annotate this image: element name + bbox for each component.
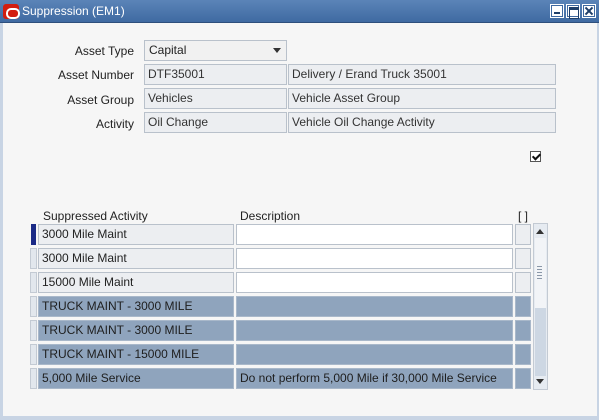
asset-type-label: Asset Type xyxy=(74,44,134,58)
description-cell[interactable] xyxy=(236,296,513,317)
suppressed-activity-cell[interactable]: TRUCK MAINT - 3000 MILE xyxy=(38,296,234,317)
window-frame-left xyxy=(0,23,3,420)
flex-field-cell[interactable] xyxy=(515,368,531,389)
checked-checkbox[interactable] xyxy=(530,151,541,162)
suppressed-activity-cell[interactable]: 5,000 Mile Service xyxy=(38,368,234,389)
scroll-down-icon[interactable] xyxy=(536,377,545,386)
activity-description[interactable]: Vehicle Oil Change Activity xyxy=(288,112,556,133)
description-cell[interactable] xyxy=(236,320,513,341)
description-cell[interactable] xyxy=(236,344,513,365)
flex-field-cell[interactable] xyxy=(515,296,531,317)
column-header-extra: [ ] xyxy=(518,209,529,223)
description-cell[interactable] xyxy=(236,272,513,293)
current-record-indicator[interactable] xyxy=(31,224,36,245)
record-indicator[interactable] xyxy=(30,248,37,269)
chevron-down-icon xyxy=(273,48,281,53)
suppressed-activity-cell[interactable]: TRUCK MAINT - 3000 MILE xyxy=(38,320,234,341)
asset-group-label: Asset Group xyxy=(67,93,134,107)
activity-label: Activity xyxy=(95,117,134,131)
minimize-icon[interactable] xyxy=(550,4,564,18)
scroll-up-icon[interactable] xyxy=(536,227,545,236)
grid-scrollbar[interactable] xyxy=(533,223,548,390)
flex-field-cell[interactable] xyxy=(515,224,531,245)
asset-number-label: Asset Number xyxy=(57,68,134,82)
title-bar: Suppression (EM1) xyxy=(0,0,599,23)
record-indicator[interactable] xyxy=(30,368,37,389)
description-cell[interactable] xyxy=(236,248,513,269)
window-title: Suppression (EM1) xyxy=(22,4,125,18)
suppressed-activity-cell[interactable]: 3000 Mile Maint xyxy=(38,248,234,269)
record-indicator[interactable] xyxy=(30,320,37,341)
window-frame-bottom xyxy=(0,416,599,420)
asset-number-field[interactable]: DTF35001 xyxy=(144,64,287,85)
flex-field-cell[interactable] xyxy=(515,272,531,293)
oracle-app-icon xyxy=(3,4,20,19)
asset-group-description[interactable]: Vehicle Asset Group xyxy=(288,88,556,109)
flex-field-cell[interactable] xyxy=(515,344,531,365)
grip-icon xyxy=(537,266,542,280)
description-cell[interactable]: Do not perform 5,000 Mile if 30,000 Mile… xyxy=(236,368,513,389)
column-header-description: Description xyxy=(240,209,301,223)
record-indicator[interactable] xyxy=(30,272,37,293)
record-indicator[interactable] xyxy=(30,344,37,365)
asset-type-select[interactable]: Capital xyxy=(144,40,287,61)
description-cell[interactable] xyxy=(236,224,513,245)
record-indicator[interactable] xyxy=(30,296,37,317)
flex-field-cell[interactable] xyxy=(515,320,531,341)
suppressed-activity-cell[interactable]: TRUCK MAINT - 15000 MILE xyxy=(38,344,234,365)
suppressed-activity-cell[interactable]: 15000 Mile Maint xyxy=(38,272,234,293)
maximize-icon[interactable] xyxy=(566,4,580,19)
close-icon[interactable] xyxy=(582,4,596,18)
asset-number-description[interactable]: Delivery / Erand Truck 35001 xyxy=(288,64,556,85)
asset-group-field[interactable]: Vehicles xyxy=(144,88,287,109)
scroll-track[interactable] xyxy=(535,308,546,376)
activity-field[interactable]: Oil Change xyxy=(144,112,287,133)
flex-field-cell[interactable] xyxy=(515,248,531,269)
suppressed-activity-cell[interactable]: 3000 Mile Maint xyxy=(38,224,234,245)
column-header-suppressed-activity: Suppressed Activity xyxy=(43,209,148,223)
asset-type-value: Capital xyxy=(149,43,187,57)
